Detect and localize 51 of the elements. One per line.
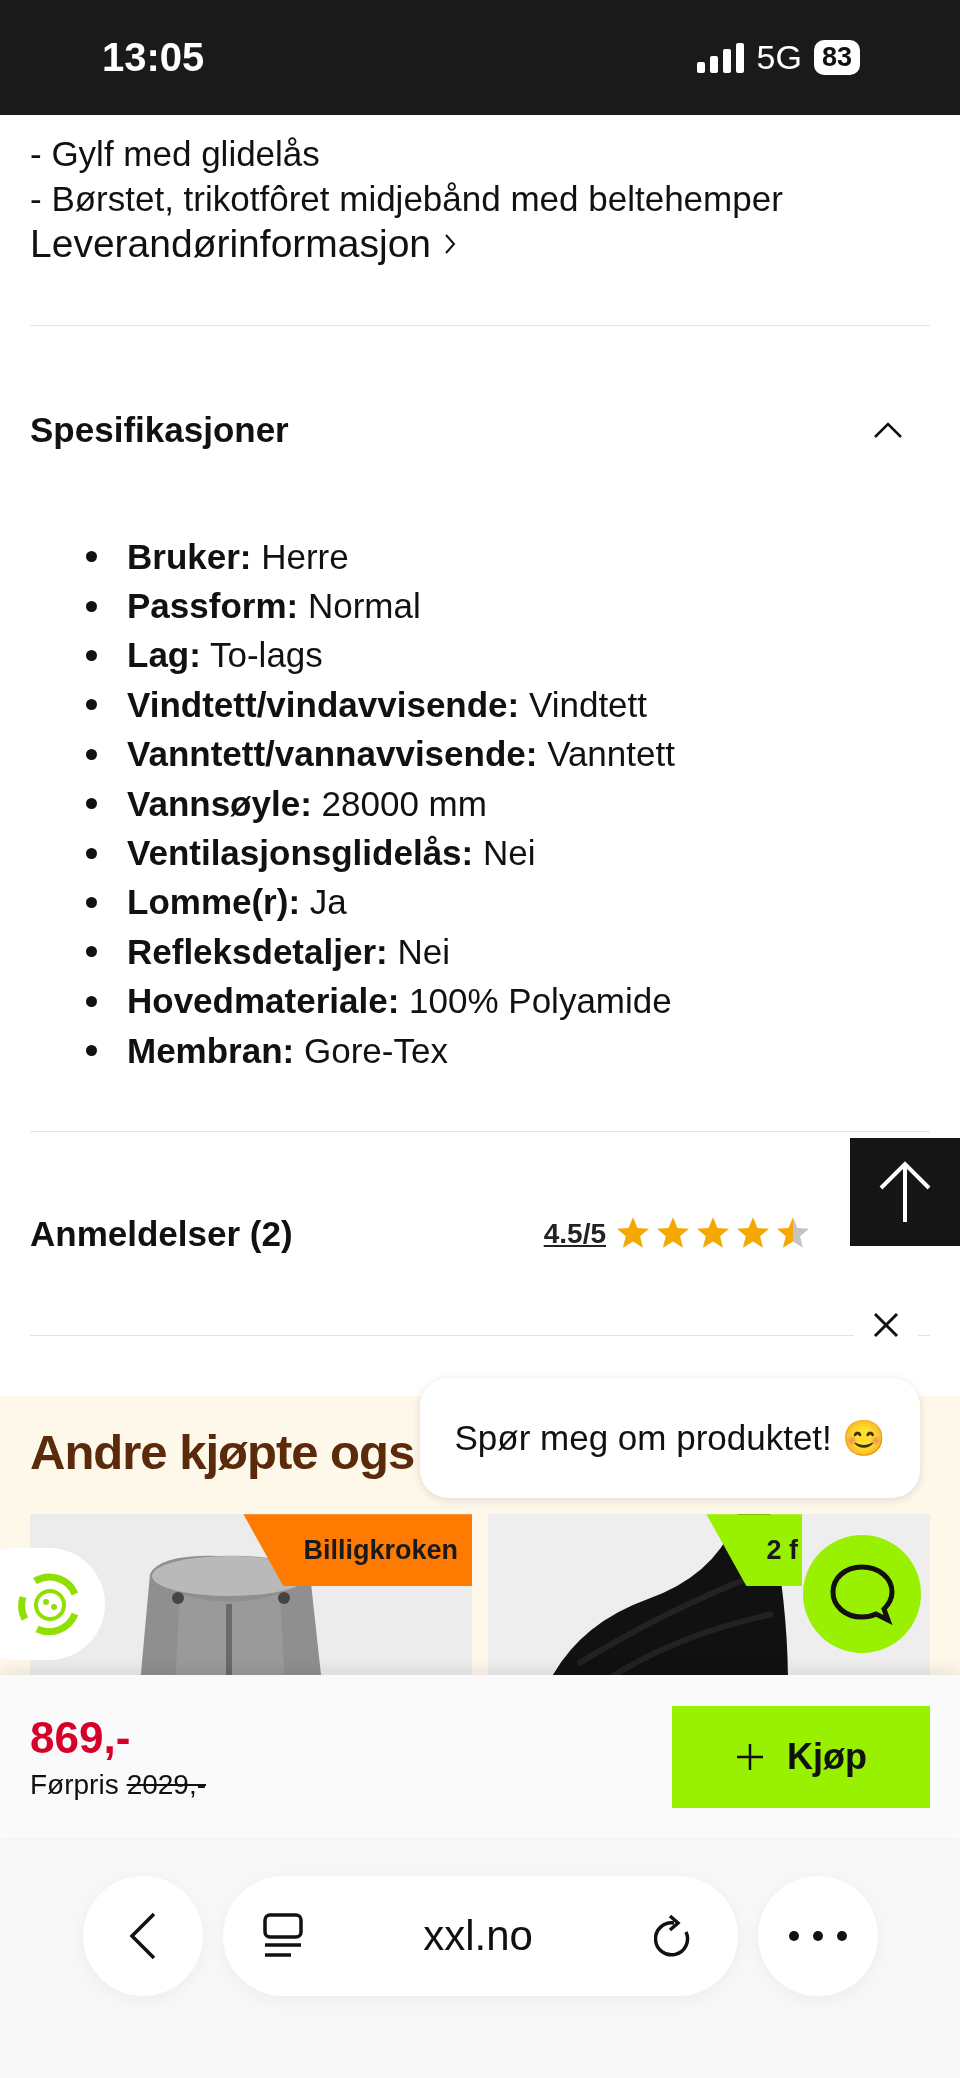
specification-item: Refleksdetaljer: Nei bbox=[127, 931, 450, 972]
signal-icon bbox=[696, 42, 745, 73]
bullet-icon bbox=[86, 847, 97, 859]
product-card[interactable]: Billigkroken bbox=[30, 1514, 472, 1675]
previous-price-label: Førpris bbox=[30, 1768, 119, 1801]
previous-price: 2029,- bbox=[126, 1768, 207, 1801]
supplier-link[interactable]: Leverandørinformasjon bbox=[30, 221, 458, 267]
price: 869,- bbox=[30, 1712, 132, 1763]
arrow-up-icon bbox=[877, 1160, 933, 1224]
bullet-icon bbox=[86, 1045, 97, 1057]
bullet-icon bbox=[86, 798, 97, 810]
buy-button[interactable]: Kjøp bbox=[672, 1705, 930, 1808]
specification-item: Vindtett/vindavvisende: Vindtett bbox=[127, 684, 647, 725]
specifications-header[interactable]: Spesifikasjoner bbox=[0, 326, 960, 448]
bullet-icon bbox=[86, 699, 97, 711]
chat-prompt[interactable]: Spør meg om produktet! 😊 bbox=[420, 1378, 920, 1498]
bullet-icon bbox=[86, 946, 97, 958]
specification-item: Hovedmateriale: 100% Polyamide bbox=[127, 981, 672, 1022]
back-icon bbox=[127, 1911, 158, 1961]
description-line: - Børstet, trikotfôret midjebånd med beltehemper bbox=[30, 178, 784, 220]
specification-item: Passform: Normal bbox=[127, 586, 421, 627]
address-bar[interactable]: xxl.no bbox=[222, 1876, 738, 1996]
rating-link[interactable]: 4.5/5 bbox=[543, 1217, 606, 1250]
plus-icon bbox=[735, 1741, 765, 1772]
bullet-icon bbox=[86, 649, 97, 661]
specification-item: Membran: Gore-Tex bbox=[127, 1030, 448, 1071]
close-icon bbox=[872, 1311, 900, 1339]
bullet-icon bbox=[86, 995, 97, 1007]
reader-icon bbox=[262, 1913, 303, 1959]
battery-indicator: 83 bbox=[813, 40, 860, 75]
status-time: 13:05 bbox=[102, 35, 205, 80]
scroll-top-button[interactable] bbox=[850, 1138, 960, 1246]
chevron-right-icon bbox=[443, 232, 458, 256]
bullet-icon bbox=[86, 551, 97, 563]
bullet-icon bbox=[86, 748, 97, 760]
section-heading: Andre kjøpte ogs bbox=[30, 1424, 415, 1482]
specification-item: Bruker: Herre bbox=[127, 536, 349, 577]
specification-item: Ventilasjonsglidelås: Nei bbox=[127, 833, 536, 874]
product-badge: Billigkroken bbox=[243, 1514, 472, 1587]
specification-item: Vanntett/vannavvisende: Vanntett bbox=[127, 734, 675, 775]
reviews-heading[interactable]: Anmeldelser (2) bbox=[30, 1213, 293, 1254]
chevron-up-icon bbox=[872, 420, 904, 440]
description-line: - Gylf med glidelås bbox=[30, 133, 321, 175]
bullet-icon bbox=[86, 896, 97, 908]
network-label: 5G bbox=[756, 38, 802, 77]
bullet-icon bbox=[86, 600, 97, 612]
specification-item: Lomme(r): Ja bbox=[127, 882, 347, 923]
specification-item: Vannsøyle: 28000 mm bbox=[127, 783, 487, 824]
speech-bubble-icon bbox=[829, 1563, 895, 1625]
more-icon bbox=[787, 1930, 848, 1942]
specification-item: Lag: To-lags bbox=[127, 635, 323, 676]
